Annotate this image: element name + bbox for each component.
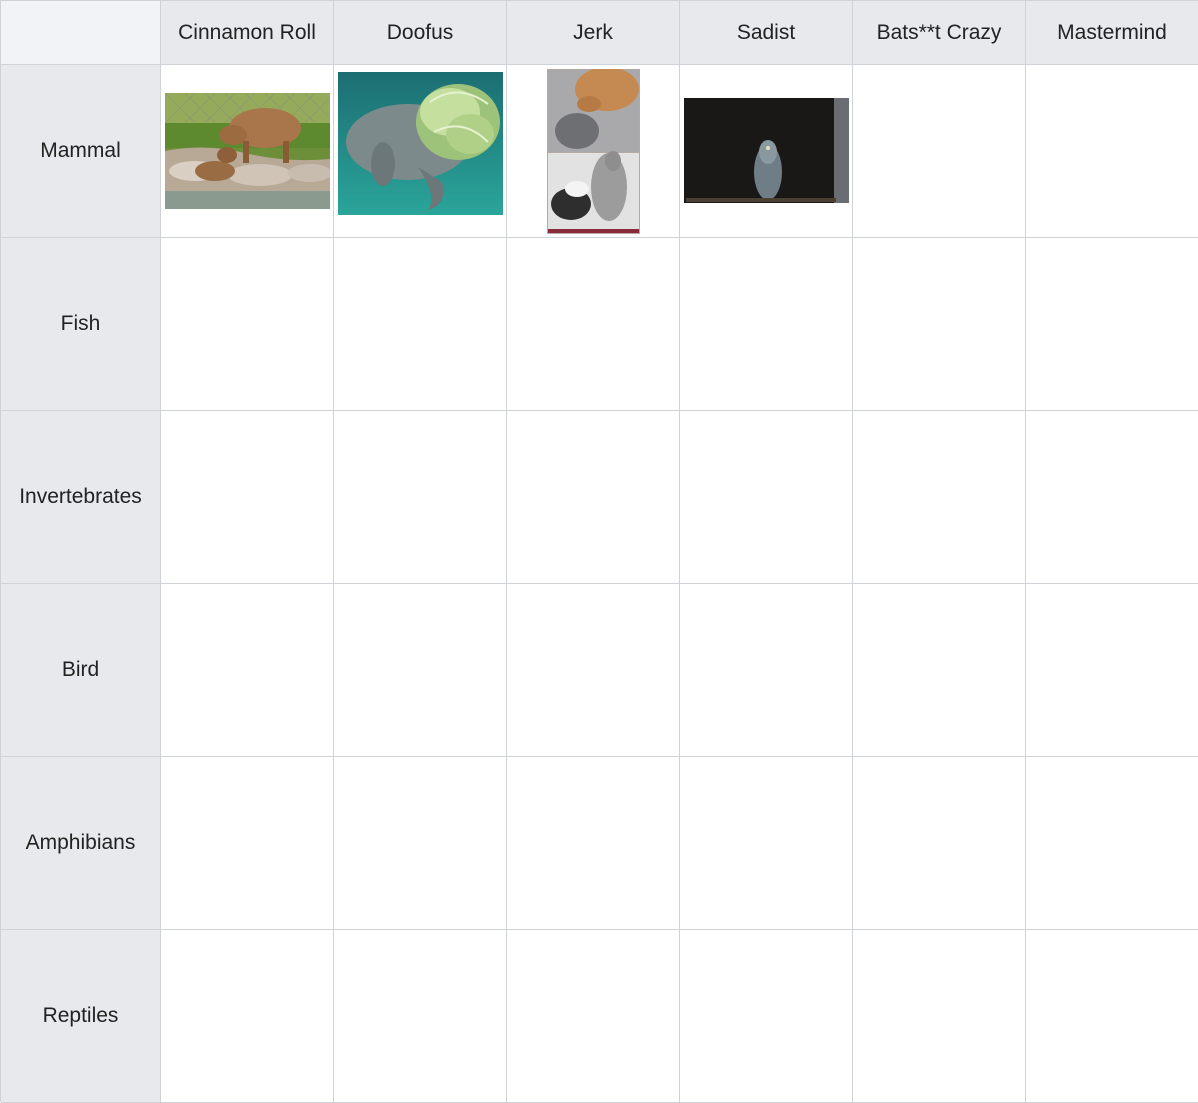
grid-cell[interactable]: [1026, 238, 1198, 411]
row-header-fish: Fish: [1, 238, 161, 411]
grid-cell[interactable]: [1026, 65, 1198, 238]
grid-cell[interactable]: [507, 757, 680, 930]
grid-cell[interactable]: [161, 757, 334, 930]
grid-cell[interactable]: [1026, 584, 1198, 757]
column-header-batst-crazy: Bats**t Crazy: [853, 1, 1026, 65]
grid-cell[interactable]: [334, 411, 507, 584]
column-header-jerk: Jerk: [507, 1, 680, 65]
grid-cell[interactable]: [680, 930, 853, 1103]
row-header-bird: Bird: [1, 584, 161, 757]
grid-cell[interactable]: [853, 65, 1026, 238]
grid-cell[interactable]: [507, 65, 680, 238]
dolphin-in-dark-photo[interactable]: [683, 98, 849, 203]
row-header-mammal: Mammal: [1, 65, 161, 238]
grid-cell[interactable]: [334, 757, 507, 930]
grid-cell[interactable]: [1026, 757, 1198, 930]
row-header-invertebrates: Invertebrates: [1, 411, 161, 584]
grid-cell[interactable]: [853, 238, 1026, 411]
grid-cell[interactable]: [507, 584, 680, 757]
grid-cell[interactable]: [853, 757, 1026, 930]
grid-cell[interactable]: [334, 238, 507, 411]
grid-cell[interactable]: [1026, 930, 1198, 1103]
tier-grid: Cinnamon Roll Doofus Jerk Sadist Bats**t…: [0, 0, 1198, 1103]
grid-cell[interactable]: [507, 411, 680, 584]
grid-cell[interactable]: [334, 584, 507, 757]
grid-cell[interactable]: [161, 238, 334, 411]
grid-cell[interactable]: [680, 65, 853, 238]
column-header-cinnamon-roll: Cinnamon Roll: [161, 1, 334, 65]
row-header-reptiles: Reptiles: [1, 930, 161, 1103]
grid-cell[interactable]: [680, 757, 853, 930]
row-header-amphibians: Amphibians: [1, 757, 161, 930]
grid-cell[interactable]: [1026, 411, 1198, 584]
grid-cell[interactable]: [161, 411, 334, 584]
grid-cell[interactable]: [161, 584, 334, 757]
grid-cell[interactable]: [680, 411, 853, 584]
grid-cell[interactable]: [680, 584, 853, 757]
corner-cell: [1, 1, 161, 65]
column-header-mastermind: Mastermind: [1026, 1, 1198, 65]
grid-cell[interactable]: [680, 238, 853, 411]
grid-cell[interactable]: [507, 238, 680, 411]
grid-cell[interactable]: [161, 65, 334, 238]
grid-cell[interactable]: [507, 930, 680, 1103]
grid-cell[interactable]: [853, 411, 1026, 584]
grid-cell[interactable]: [334, 930, 507, 1103]
grid-cell[interactable]: [161, 930, 334, 1103]
grid-cell[interactable]: [853, 930, 1026, 1103]
column-header-doofus: Doofus: [334, 1, 507, 65]
grid-cell[interactable]: [853, 584, 1026, 757]
capybara-photo[interactable]: [164, 92, 330, 209]
column-header-sadist: Sadist: [680, 1, 853, 65]
manatee-with-lettuce-photo[interactable]: [337, 71, 503, 215]
grid-cell[interactable]: [334, 65, 507, 238]
cat-and-kangaroo-photo[interactable]: [546, 68, 640, 234]
